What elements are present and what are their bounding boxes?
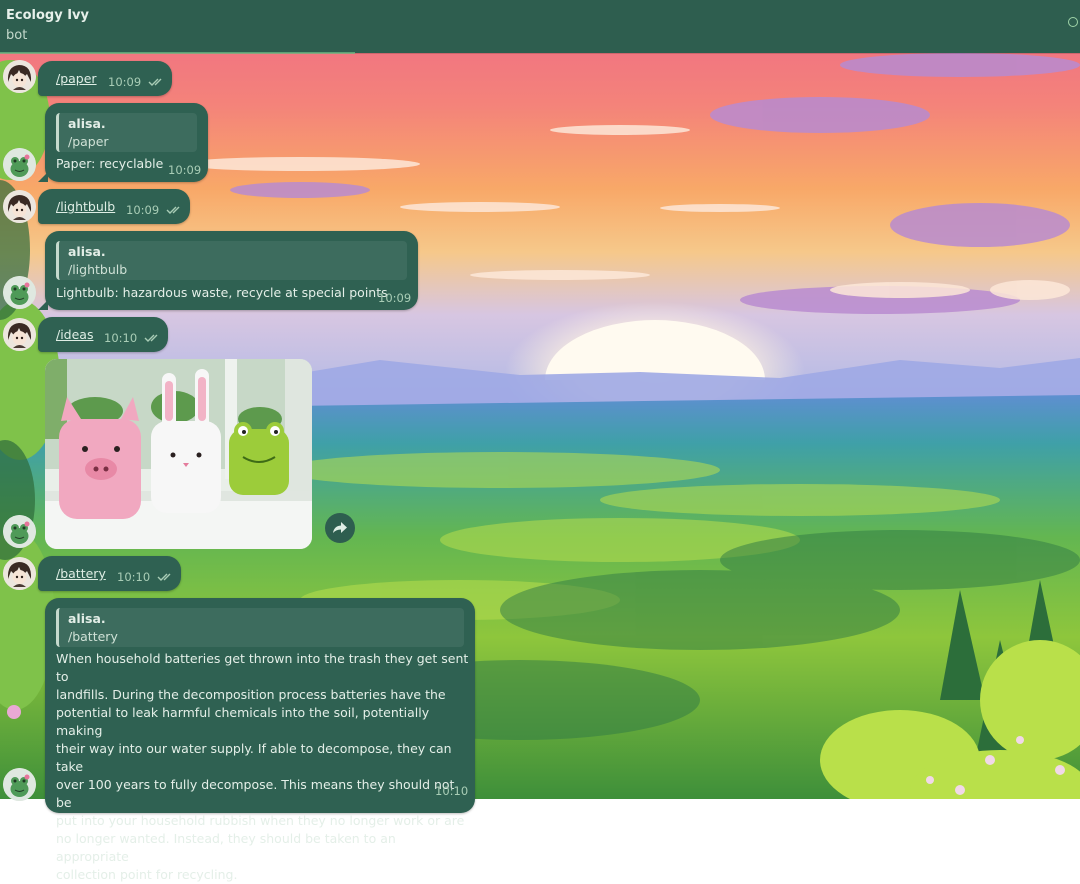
reply-quote[interactable]: alisa. /paper bbox=[56, 113, 197, 152]
user-avatar[interactable] bbox=[3, 190, 36, 223]
bot-avatar[interactable] bbox=[3, 276, 36, 309]
message-time: 10:09 bbox=[126, 203, 160, 217]
message-time: 10:10 bbox=[435, 784, 469, 798]
text-line: no longer wanted. Instead, they should b… bbox=[56, 831, 396, 864]
bot-avatar[interactable] bbox=[3, 768, 36, 801]
incoming-message[interactable]: alisa. /lightbulb Lightbulb: hazardous w… bbox=[45, 231, 418, 310]
reply-text: /battery bbox=[68, 629, 118, 644]
double-check-icon bbox=[148, 78, 162, 86]
anime-girl-avatar-icon bbox=[3, 557, 36, 590]
message-text: Paper: recyclable bbox=[56, 156, 164, 171]
photo-message[interactable] bbox=[45, 359, 312, 549]
message-time: 10:09 bbox=[378, 291, 412, 305]
anime-girl-avatar-icon bbox=[3, 60, 36, 93]
incoming-message[interactable]: alisa. /paper Paper: recyclable 10:09 bbox=[45, 103, 208, 182]
double-check-icon bbox=[157, 573, 171, 581]
user-avatar[interactable] bbox=[3, 60, 36, 93]
reply-text: /paper bbox=[68, 134, 109, 149]
reply-quote[interactable]: alisa. /battery bbox=[56, 608, 464, 647]
message-time: 10:10 bbox=[117, 570, 151, 584]
reply-author: alisa. bbox=[68, 116, 106, 131]
frog-bot-avatar-icon bbox=[3, 515, 36, 548]
user-avatar[interactable] bbox=[3, 557, 36, 590]
command-link[interactable]: /paper bbox=[56, 71, 97, 86]
chat-header: Ecology Ivy bot bbox=[0, 0, 1080, 54]
double-check-icon bbox=[166, 206, 180, 214]
forward-arrow-icon bbox=[333, 522, 347, 533]
message-time: 10:09 bbox=[168, 163, 202, 177]
message-time: 10:09 bbox=[108, 75, 142, 89]
double-check-icon bbox=[144, 334, 158, 342]
frog-bot-avatar-icon bbox=[3, 276, 36, 309]
text-line: put into your household rubbish when the… bbox=[56, 813, 465, 828]
chat-title[interactable]: Ecology Ivy bbox=[6, 8, 89, 23]
text-line: When household batteries get thrown into… bbox=[56, 651, 469, 684]
command-link[interactable]: /battery bbox=[56, 566, 106, 581]
outgoing-message[interactable]: /ideas 10:10 bbox=[38, 317, 168, 352]
command-link[interactable]: /lightbulb bbox=[56, 199, 115, 214]
text-line: landfills. During the decomposition proc… bbox=[56, 687, 446, 702]
incoming-message[interactable]: alisa. /battery When household batteries… bbox=[45, 598, 475, 882]
text-line: over 100 years to fully decompose. This … bbox=[56, 777, 455, 810]
anime-girl-avatar-icon bbox=[3, 318, 36, 351]
command-link[interactable]: /ideas bbox=[56, 327, 93, 342]
user-avatar[interactable] bbox=[3, 318, 36, 351]
text-line: collection point for recycling. bbox=[56, 867, 238, 882]
bot-avatar[interactable] bbox=[3, 148, 36, 181]
message-time: 10:10 bbox=[104, 331, 138, 345]
text-line: potential to leak harmful chemicals into… bbox=[56, 705, 430, 738]
anime-girl-avatar-icon bbox=[3, 190, 36, 223]
frog-bot-avatar-icon bbox=[3, 148, 36, 181]
reply-text: /lightbulb bbox=[68, 262, 128, 277]
reply-author: alisa. bbox=[68, 244, 106, 259]
bottle-planters-photo bbox=[45, 359, 312, 549]
message-text: When household batteries get thrown into… bbox=[56, 650, 471, 884]
outgoing-message[interactable]: /lightbulb 10:09 bbox=[38, 189, 190, 224]
message-text: Lightbulb: hazardous waste, recycle at s… bbox=[56, 285, 388, 300]
reply-quote[interactable]: alisa. /lightbulb bbox=[56, 241, 407, 280]
chat-subtitle: bot bbox=[6, 28, 28, 43]
reply-author: alisa. bbox=[68, 611, 106, 626]
bot-avatar[interactable] bbox=[3, 515, 36, 548]
outgoing-message[interactable]: /paper 10:09 bbox=[38, 61, 172, 96]
search-icon[interactable] bbox=[1068, 17, 1078, 27]
frog-bot-avatar-icon bbox=[3, 768, 36, 801]
outgoing-message[interactable]: /battery 10:10 bbox=[38, 556, 181, 591]
header-divider bbox=[0, 52, 355, 54]
share-button[interactable] bbox=[325, 513, 355, 543]
text-line: their way into our water supply. If able… bbox=[56, 741, 452, 774]
